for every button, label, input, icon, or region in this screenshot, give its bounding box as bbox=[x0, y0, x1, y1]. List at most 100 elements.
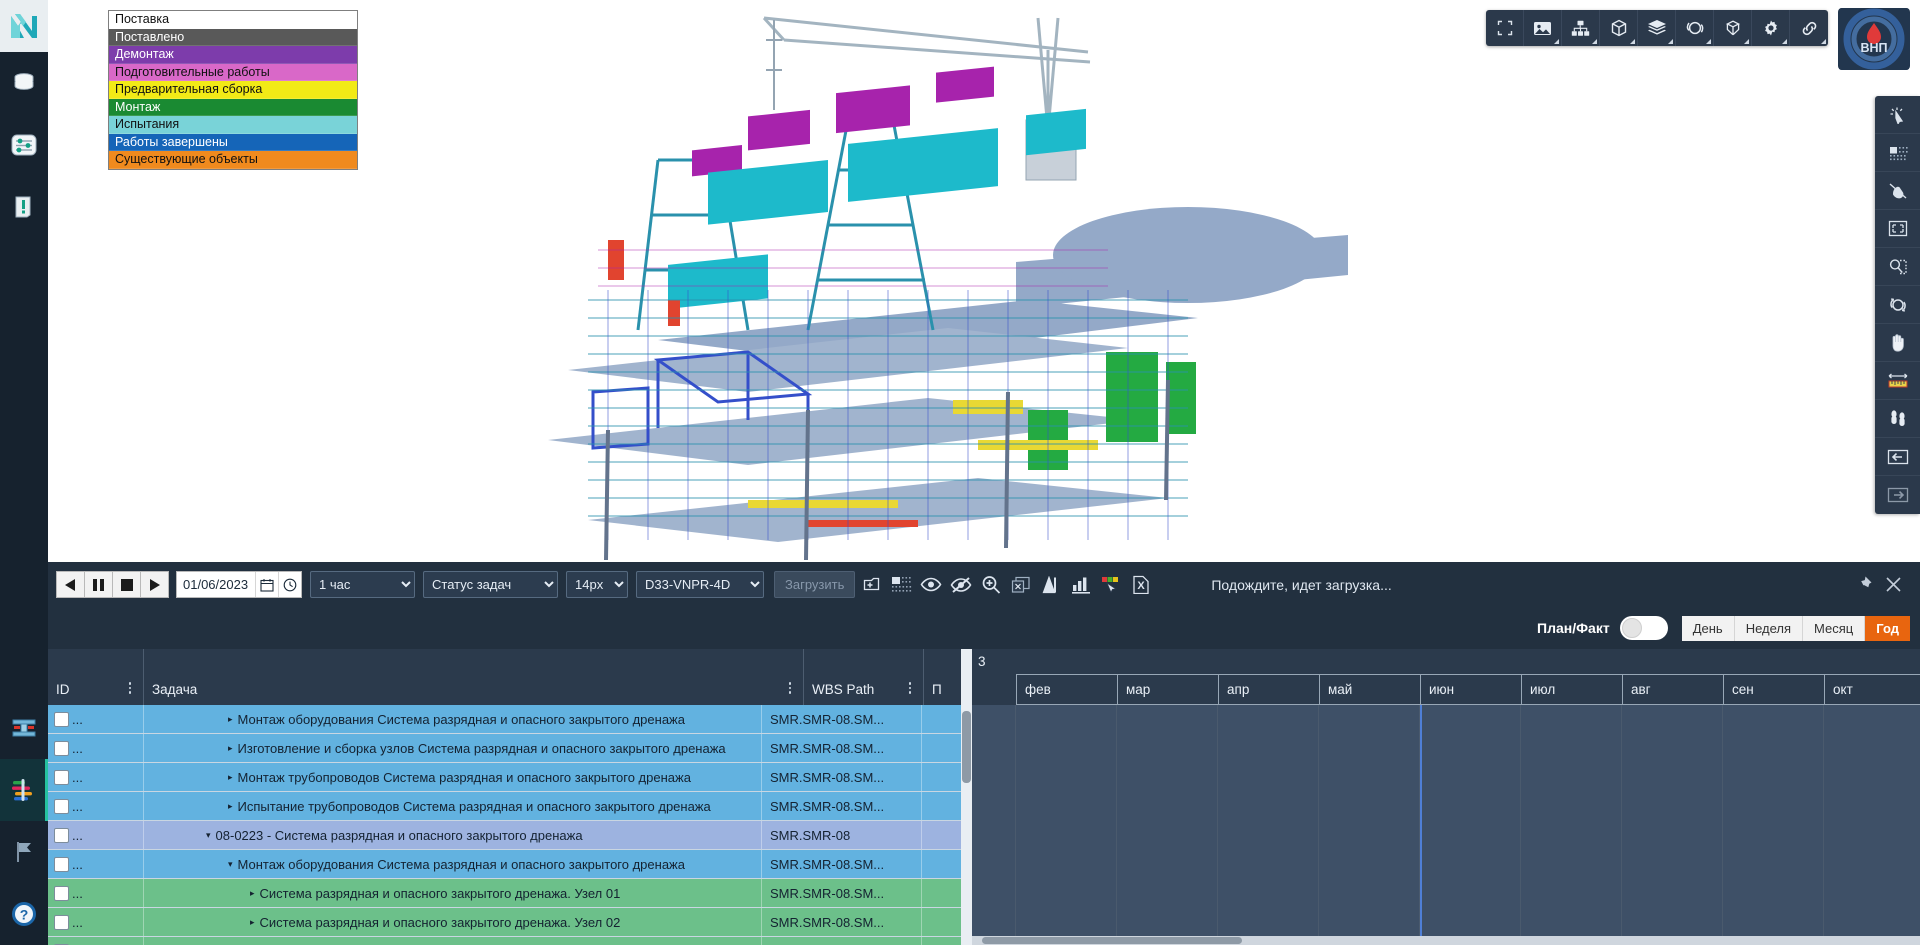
timeline-cell[interactable] bbox=[1016, 908, 1117, 937]
timeline-cell[interactable] bbox=[1218, 850, 1319, 879]
timeline-cell[interactable] bbox=[1117, 879, 1218, 908]
timeline-cell[interactable] bbox=[1723, 763, 1824, 792]
timeline-cell[interactable] bbox=[1622, 879, 1723, 908]
timeline-cell[interactable] bbox=[1521, 792, 1622, 821]
pause-button[interactable] bbox=[84, 571, 113, 598]
expand-toggle-icon[interactable]: ▸ bbox=[250, 888, 255, 899]
timeline-cell[interactable] bbox=[1117, 705, 1218, 734]
timeline-cell[interactable] bbox=[1420, 763, 1521, 792]
timeline-cell[interactable] bbox=[1521, 763, 1622, 792]
legend-item[interactable]: Поставлено bbox=[109, 28, 357, 46]
orbit-rotate-icon[interactable] bbox=[1875, 286, 1920, 324]
timeline-cell[interactable] bbox=[1824, 763, 1920, 792]
timeline-cell[interactable] bbox=[1622, 850, 1723, 879]
scale-button-месяц[interactable]: Месяц bbox=[1803, 615, 1866, 641]
timeline-cell[interactable] bbox=[1420, 821, 1521, 850]
close-icon[interactable] bbox=[1885, 576, 1902, 593]
timeline-cell[interactable] bbox=[1824, 734, 1920, 763]
step-select[interactable]: 1 час1 день1 неделя1 месяц bbox=[310, 571, 415, 598]
timeline-cell[interactable] bbox=[1824, 792, 1920, 821]
timeline-cell[interactable] bbox=[972, 879, 1016, 908]
isolate-icon[interactable] bbox=[1007, 570, 1035, 600]
timeline-cell[interactable] bbox=[1016, 792, 1117, 821]
timeline-cell[interactable] bbox=[1723, 792, 1824, 821]
timeline-cell[interactable] bbox=[1016, 763, 1117, 792]
row-checkbox[interactable] bbox=[54, 827, 69, 843]
legend-item[interactable]: Предварительная сборка bbox=[109, 81, 357, 99]
timeline-cell[interactable] bbox=[1218, 908, 1319, 937]
step-back-icon[interactable] bbox=[1875, 438, 1920, 476]
clock-icon[interactable] bbox=[278, 572, 301, 597]
expand-toggle-icon[interactable]: ▸ bbox=[228, 772, 233, 783]
legend-item[interactable]: Работы завершены bbox=[109, 133, 357, 151]
table-row[interactable]: ... ▸ Испытание трубопроводов Система разр… bbox=[48, 792, 961, 821]
timeline-cell[interactable] bbox=[1723, 879, 1824, 908]
timeline-cell[interactable] bbox=[972, 821, 1016, 850]
column-header-id[interactable]: ID bbox=[48, 649, 144, 705]
section-icon[interactable] bbox=[1714, 10, 1752, 46]
column-header-extra[interactable]: П bbox=[924, 649, 961, 705]
legend-item[interactable]: Монтаж bbox=[109, 98, 357, 116]
hide-hand-icon[interactable] bbox=[1875, 172, 1920, 210]
excel-export-icon[interactable]: X bbox=[1127, 570, 1155, 600]
timeline-cell[interactable] bbox=[1016, 850, 1117, 879]
timeline-cell[interactable] bbox=[1824, 850, 1920, 879]
scale-button-год[interactable]: Год bbox=[1865, 615, 1910, 641]
timeline-cell[interactable] bbox=[1420, 879, 1521, 908]
timeline-cell[interactable] bbox=[1723, 734, 1824, 763]
timeline-cell[interactable] bbox=[1319, 850, 1420, 879]
zoom-in-icon[interactable] bbox=[977, 570, 1005, 600]
timeline-cell[interactable] bbox=[1218, 792, 1319, 821]
legend-item[interactable]: Испытания bbox=[109, 116, 357, 134]
table-row[interactable]: ... ▾ 08-0223 - Система разрядная и опасно… bbox=[48, 821, 961, 850]
timeline-cell[interactable] bbox=[1723, 850, 1824, 879]
pan-hand-icon[interactable] bbox=[1875, 324, 1920, 362]
table-row[interactable]: ... ▾ Монтаж оборудования Система разрядна… bbox=[48, 850, 961, 879]
timeline-cell[interactable] bbox=[972, 705, 1016, 734]
timeline-cell[interactable] bbox=[1117, 821, 1218, 850]
timeline-cell[interactable] bbox=[1723, 821, 1824, 850]
table-row[interactable]: ... ▸ Монтаж оборудования Система разрядна… bbox=[48, 705, 961, 734]
table-row[interactable]: ... ▸ Изготовление и сборка узлов Система … bbox=[48, 734, 961, 763]
font-size-select[interactable]: 10px12px14px16px18px bbox=[566, 571, 628, 598]
sidebar-item-structures[interactable] bbox=[0, 697, 48, 759]
row-checkbox[interactable] bbox=[54, 711, 69, 727]
timeline-cell[interactable] bbox=[1319, 908, 1420, 937]
timeline-cell[interactable] bbox=[1016, 879, 1117, 908]
column-header-wbs[interactable]: WBS Path bbox=[804, 649, 924, 705]
timeline-cell[interactable] bbox=[1319, 705, 1420, 734]
load-button[interactable]: Загрузить bbox=[774, 571, 856, 598]
legend-item[interactable]: Демонтаж bbox=[109, 46, 357, 64]
timeline-cell[interactable] bbox=[1420, 792, 1521, 821]
gantt-timeline[interactable]: 3 фев мар апр май июн июл авг сен окт bbox=[972, 649, 1920, 945]
timeline-cell[interactable] bbox=[1117, 792, 1218, 821]
color-picker-icon[interactable] bbox=[1097, 570, 1125, 600]
stop-button[interactable] bbox=[112, 571, 141, 598]
grid-vertical-scrollbar[interactable] bbox=[961, 649, 972, 945]
timeline-cell[interactable] bbox=[972, 734, 1016, 763]
expand-toggle-icon[interactable]: ▾ bbox=[228, 859, 233, 870]
fit-screen-icon[interactable] bbox=[1875, 210, 1920, 248]
step-forward-icon[interactable] bbox=[1875, 476, 1920, 514]
timeline-cell[interactable] bbox=[1016, 705, 1117, 734]
timeline-cell[interactable] bbox=[1521, 734, 1622, 763]
fullscreen-icon[interactable] bbox=[1486, 10, 1524, 46]
layers-icon[interactable] bbox=[1638, 10, 1676, 46]
timeline-cell[interactable] bbox=[1622, 821, 1723, 850]
hierarchy-icon[interactable] bbox=[1562, 10, 1600, 46]
sidebar-item-schedule[interactable] bbox=[0, 759, 48, 821]
timeline-cell[interactable] bbox=[972, 792, 1016, 821]
sidebar-item-issues[interactable] bbox=[0, 176, 48, 238]
timeline-cell[interactable] bbox=[1218, 734, 1319, 763]
expand-toggle-icon[interactable]: ▸ bbox=[228, 743, 233, 754]
column-menu-id[interactable] bbox=[123, 680, 137, 696]
column-menu-task[interactable] bbox=[783, 680, 797, 696]
timeline-cell[interactable] bbox=[1622, 705, 1723, 734]
timeline-cell[interactable] bbox=[1420, 908, 1521, 937]
timeline-cell[interactable] bbox=[1218, 763, 1319, 792]
timeline-cell[interactable] bbox=[1117, 734, 1218, 763]
sidebar-item-help[interactable]: ? bbox=[0, 883, 48, 945]
timeline-cell[interactable] bbox=[1824, 908, 1920, 937]
play-back-button[interactable] bbox=[56, 571, 85, 598]
timeline-cell[interactable] bbox=[1117, 850, 1218, 879]
